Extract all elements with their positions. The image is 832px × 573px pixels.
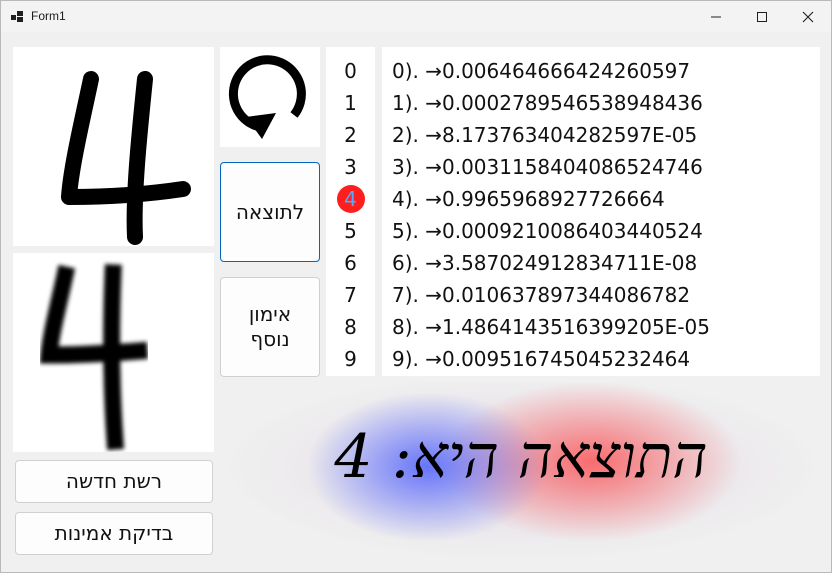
- digit-labels-panel: 0 1 2 3 4 5 6 7 8 9: [326, 47, 375, 376]
- new-network-label: רשת חדשה: [65, 469, 163, 493]
- result-row-1: 1). →0.0002789546538948436: [392, 91, 703, 115]
- preview-canvas: [13, 253, 214, 452]
- result-row-5: 5). →0.0009210086403440524: [392, 219, 703, 243]
- minimize-icon: [711, 16, 721, 17]
- results-panel: 0). →0.006464666424260597 1). →0.0002789…: [382, 47, 820, 376]
- result-row-8: 8). →1.4864143516399205E-05: [392, 315, 710, 339]
- result-button-label: לתוצאה: [235, 199, 305, 224]
- close-icon: [802, 11, 814, 22]
- window-title: Form1: [31, 9, 66, 23]
- digit-label-8: 8: [344, 315, 357, 339]
- refresh-icon: [228, 55, 306, 139]
- extra-training-button[interactable]: אימון נוסף: [220, 277, 320, 377]
- accuracy-test-button[interactable]: בדיקת אמינות: [15, 512, 213, 555]
- maximize-button[interactable]: [739, 1, 785, 32]
- result-row-2: 2). →8.173763404282597E-05: [392, 123, 698, 147]
- result-row-7: 7). →0.010637897344086782: [392, 283, 691, 307]
- extra-training-label-line1: אימון: [248, 302, 292, 326]
- digit-label-7: 7: [344, 283, 357, 307]
- close-button[interactable]: [785, 1, 831, 32]
- pixelated-digit-image: [39, 264, 149, 451]
- new-network-button[interactable]: רשת חדשה: [15, 460, 213, 503]
- handdrawn-digit-image: [61, 71, 191, 245]
- title-bar: Form1: [1, 1, 831, 32]
- digit-label-5: 5: [344, 219, 357, 243]
- digit-label-1: 1: [344, 91, 357, 115]
- maximize-icon: [757, 11, 767, 22]
- result-button[interactable]: לתוצאה: [220, 162, 320, 262]
- minimize-button[interactable]: [693, 1, 739, 32]
- extra-training-label-line2: נוסף: [250, 327, 290, 351]
- verdict-text: התוצאה היא: 4: [334, 422, 708, 492]
- drawing-canvas[interactable]: [13, 47, 214, 246]
- digit-label-6: 6: [344, 251, 357, 275]
- digit-label-2: 2: [344, 123, 357, 147]
- digit-label-4-highlighted: 4: [326, 183, 375, 215]
- verdict-banner: התוצאה היא: 4: [222, 382, 820, 557]
- refresh-button[interactable]: [220, 47, 320, 147]
- result-row-3: 3). →0.003115840408652474​6: [392, 155, 703, 179]
- result-row-4: 4). →0.9965968927726664: [392, 187, 665, 211]
- digit-label-3: 3: [344, 155, 357, 179]
- accuracy-test-label: בדיקת אמינות: [54, 521, 174, 545]
- result-row-6: 6). →3.58702491283471​1E-08: [392, 251, 698, 275]
- main-window: Form1 לתוצאה אימון נוסף 0 1 2 3 4 5 6 7 …: [0, 0, 832, 573]
- digit-label-9: 9: [344, 347, 357, 371]
- app-icon: [11, 11, 23, 22]
- result-row-9: 9). →0.009516745045232464: [392, 347, 691, 371]
- result-row-0: 0). →0.006464666424260597: [392, 59, 691, 83]
- digit-label-0: 0: [344, 59, 357, 83]
